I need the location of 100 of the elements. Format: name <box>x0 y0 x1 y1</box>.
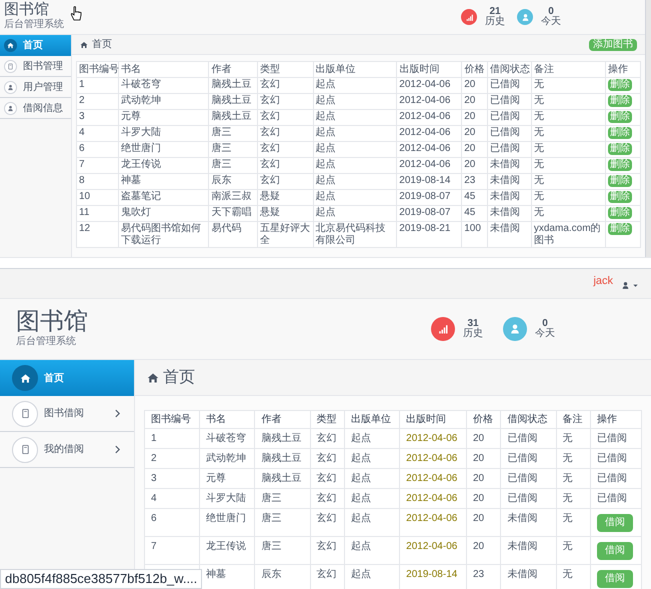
table-cell: 2012-04-06 <box>396 126 462 142</box>
table-cell: 已借阅 <box>487 78 532 94</box>
table-cell: 斗破苍穹 <box>200 428 255 448</box>
user-icon <box>520 12 530 22</box>
borrow-button[interactable]: 借阅 <box>596 542 633 560</box>
table-cell: 已借阅 <box>590 448 642 468</box>
stat-value: 0 <box>548 7 554 17</box>
column-header: 出版时间 <box>396 62 462 78</box>
table-cell: 20 <box>462 94 488 110</box>
column-header: 备注 <box>556 410 590 428</box>
table-cell: 龙王传说 <box>118 158 209 174</box>
table-cell: 元尊 <box>200 468 255 488</box>
table-cell: 20 <box>466 428 501 448</box>
table-cell: 唐三 <box>254 536 310 564</box>
add-button[interactable]: 添加图书 <box>589 38 637 50</box>
table-cell: 2012-04-06 <box>400 468 466 488</box>
delete-button[interactable]: 删除 <box>608 79 632 91</box>
column-header: 操作 <box>590 410 642 428</box>
table-cell: 易代码 <box>208 222 258 248</box>
table-cell: 玄幻 <box>310 468 344 488</box>
table-cell: 1 <box>76 78 118 94</box>
stat-label: 历史 <box>463 329 483 339</box>
table-cell: 斗破苍穹 <box>118 78 209 94</box>
table-cell: 6 <box>76 142 118 158</box>
table-cell: 脑残土豆 <box>208 94 258 110</box>
table-cell: 4 <box>76 126 118 142</box>
column-header: 书名 <box>118 62 209 78</box>
column-header: 类型 <box>310 410 344 428</box>
delete-button[interactable]: 删除 <box>608 223 632 235</box>
borrow-button[interactable]: 借阅 <box>596 570 633 588</box>
delete-button[interactable]: 删除 <box>608 95 632 107</box>
home-icon <box>147 372 159 384</box>
column-header: 操作 <box>606 62 640 78</box>
delete-button[interactable]: 删除 <box>608 207 632 219</box>
table-cell: 脑残土豆 <box>254 468 310 488</box>
column-header: 书名 <box>200 410 255 428</box>
table-cell: 20 <box>462 126 488 142</box>
delete-button[interactable]: 删除 <box>608 191 632 203</box>
column-header: 作者 <box>208 62 258 78</box>
table-cell: 未借阅 <box>487 158 532 174</box>
table-cell: 20 <box>462 158 488 174</box>
table-cell: 已借阅 <box>487 126 532 142</box>
delete-button[interactable]: 删除 <box>608 175 632 187</box>
table-cell: 龙王传说 <box>200 536 255 564</box>
table-cell: 无 <box>556 508 590 536</box>
table-cell: 唐三 <box>208 126 258 142</box>
site-title: 图书馆 <box>4 2 50 18</box>
table-cell: 未借阅 <box>487 174 532 190</box>
table-cell: 7 <box>76 158 118 174</box>
table-cell: 起点 <box>313 78 397 94</box>
table-cell: 2 <box>76 94 118 110</box>
table-cell: 23 <box>462 174 488 190</box>
table-cell: 6 <box>144 508 200 536</box>
borrow-button[interactable]: 借阅 <box>596 514 633 532</box>
table-cell: 起点 <box>313 110 397 126</box>
table-cell: 南派三叔 <box>208 190 258 206</box>
table-cell: 玄幻 <box>310 508 344 536</box>
table-cell: 脑残土豆 <box>254 448 310 468</box>
table-cell: 无 <box>556 468 590 488</box>
table-cell: 45 <box>462 206 488 222</box>
stat-label: 历史 <box>485 17 505 27</box>
column-header: 价格 <box>462 62 488 78</box>
delete-button[interactable]: 删除 <box>608 159 632 171</box>
table-cell: 2012-04-06 <box>396 158 462 174</box>
stat-value: 31 <box>467 319 479 329</box>
delete-button[interactable]: 删除 <box>608 143 632 155</box>
table-cell: 无 <box>556 536 590 564</box>
table-cell: 10 <box>76 190 118 206</box>
table-cell: 2012-04-06 <box>396 94 462 110</box>
sidebar-item[interactable]: 首页 <box>0 360 134 396</box>
table-cell: 2012-04-06 <box>396 142 462 158</box>
page-heading: 首页 <box>92 38 112 52</box>
table-cell: 无 <box>531 110 606 126</box>
scrollbar[interactable] <box>645 0 651 257</box>
table-cell: 未借阅 <box>487 222 532 248</box>
column-header: 图书编号 <box>76 62 118 78</box>
home-icon <box>20 372 30 384</box>
table-cell: 神墓 <box>118 174 209 190</box>
delete-button[interactable]: 删除 <box>608 127 632 139</box>
table-cell: 玄幻 <box>310 448 344 468</box>
site-subtitle: 后台管理系统 <box>16 336 77 348</box>
site-subtitle: 后台管理系统 <box>4 19 64 32</box>
table-cell: 3 <box>144 468 200 488</box>
table-cell: 斗罗大陆 <box>200 488 255 508</box>
table-cell: 唐三 <box>208 142 258 158</box>
table-cell: 2019-08-07 <box>396 206 462 222</box>
table-cell: 玄幻 <box>310 536 344 564</box>
table-cell: 2012-04-06 <box>400 536 466 564</box>
table-cell: 玄幻 <box>258 158 314 174</box>
hand-cursor-icon <box>68 6 84 22</box>
column-header: 借阅状态 <box>487 62 532 78</box>
table-cell: 玄幻 <box>258 126 314 142</box>
delete-button[interactable]: 删除 <box>608 111 632 123</box>
table-cell: 12 <box>76 222 118 248</box>
sidebar-item[interactable]: 首页 <box>0 35 71 56</box>
table-cell: 未借阅 <box>500 508 556 536</box>
table-cell: 已借阅 <box>487 142 532 158</box>
table-cell: 玄幻 <box>258 78 314 94</box>
column-header: 图书编号 <box>144 410 200 428</box>
table-cell: yxdama.com的图书 <box>531 222 606 248</box>
